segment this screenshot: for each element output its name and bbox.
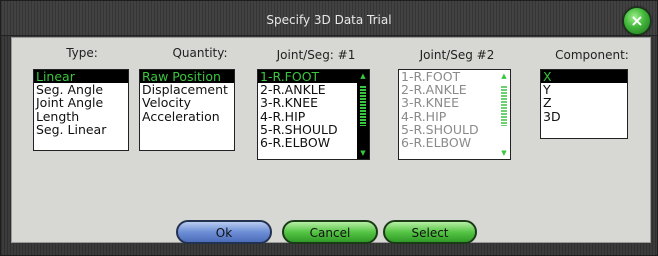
- joint-seg-2-label: Joint/Seg #2: [419, 48, 495, 62]
- joint-seg-1-scrollbar[interactable]: ▲ ▼: [357, 70, 369, 159]
- quantity-label: Quantity:: [172, 46, 228, 60]
- close-icon: ×: [630, 11, 644, 30]
- list-item-joint2-r-knee[interactable]: 3-R.KNEE: [399, 96, 510, 109]
- list-item-type-seg-linear[interactable]: Seg. Linear: [34, 123, 128, 136]
- list-item-joint1-r-elbow[interactable]: 6-R.ELBOW: [258, 136, 369, 149]
- list-item-quantity-velocity[interactable]: Velocity: [140, 96, 234, 109]
- joint-seg-1-label: Joint/Seg: #1: [276, 48, 356, 62]
- list-item-component-3d[interactable]: 3D: [541, 109, 627, 122]
- scroll-down-arrow-icon[interactable]: ▼: [359, 150, 367, 157]
- scroll-up-arrow-icon[interactable]: ▲: [500, 73, 508, 80]
- list-item-joint2-r-should[interactable]: 5-R.SHOULD: [399, 123, 510, 136]
- close-button[interactable]: ×: [623, 7, 651, 35]
- cancel-button[interactable]: Cancel: [282, 220, 378, 244]
- ok-button[interactable]: Ok: [176, 220, 272, 244]
- list-item-type-joint-angle[interactable]: Joint Angle: [34, 96, 128, 109]
- title-bar[interactable]: Specify 3D Data Trial ×: [1, 1, 657, 36]
- scroll-thumb[interactable]: [501, 86, 507, 126]
- dialog-title: Specify 3D Data Trial: [266, 13, 392, 27]
- list-item-component-z[interactable]: Z: [541, 96, 627, 109]
- list-item-joint2-r-hip[interactable]: 4-R.HIP: [399, 109, 510, 122]
- list-item-quantity-acceleration[interactable]: Acceleration: [140, 109, 234, 122]
- scroll-thumb[interactable]: [360, 86, 366, 126]
- select-button[interactable]: Select: [383, 220, 477, 244]
- joint-seg-2-scrollbar[interactable]: ▲ ▼: [498, 70, 510, 159]
- list-item-joint1-r-knee[interactable]: 3-R.KNEE: [258, 96, 369, 109]
- cancel-button-label: Cancel: [309, 226, 351, 240]
- component-list[interactable]: X Y Z 3D: [540, 69, 628, 139]
- select-button-label: Select: [411, 226, 449, 240]
- type-label: Type:: [66, 46, 98, 60]
- list-item-component-y[interactable]: Y: [541, 83, 627, 96]
- dialog-body: Type: Quantity: Joint/Seg: #1 Joint/Seg …: [11, 37, 651, 243]
- scroll-up-arrow-icon[interactable]: ▲: [359, 73, 367, 80]
- list-item-joint1-r-should[interactable]: 5-R.SHOULD: [258, 123, 369, 136]
- specify-3d-data-trial-dialog: Specify 3D Data Trial × Type: Quantity: …: [0, 0, 658, 256]
- list-item-type-length[interactable]: Length: [34, 109, 128, 122]
- scroll-down-arrow-icon[interactable]: ▼: [500, 150, 508, 157]
- joint-seg-1-list[interactable]: 1-R.FOOT 2-R.ANKLE 3-R.KNEE 4-R.HIP 5-R.…: [257, 69, 370, 160]
- list-item-joint2-r-elbow[interactable]: 6-R.ELBOW: [399, 136, 510, 149]
- quantity-list[interactable]: Raw Position Displacement Velocity Accel…: [139, 69, 235, 151]
- ok-button-label: Ok: [215, 226, 233, 240]
- list-item-joint1-r-hip[interactable]: 4-R.HIP: [258, 109, 369, 122]
- list-item-component-x[interactable]: X: [541, 70, 627, 83]
- joint-seg-2-list[interactable]: 1-R.FOOT 2-R.ANKLE 3-R.KNEE 4-R.HIP 5-R.…: [398, 69, 511, 160]
- component-label: Component:: [555, 48, 629, 62]
- type-list[interactable]: Linear Seg. Angle Joint Angle Length Seg…: [33, 69, 129, 151]
